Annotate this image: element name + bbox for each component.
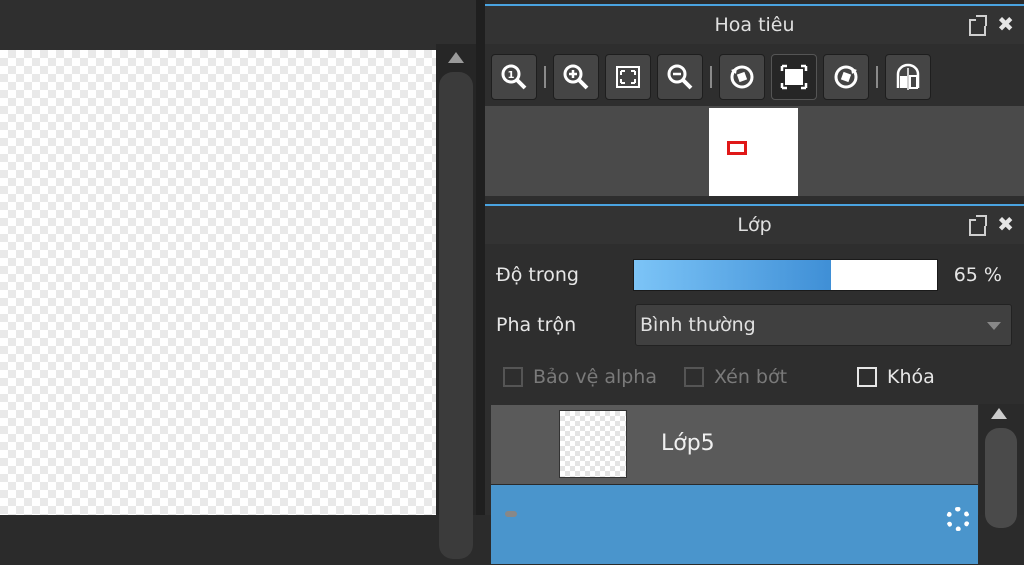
zoom-out-button[interactable] bbox=[657, 54, 703, 100]
canvas-vertical-scrollbar[interactable] bbox=[436, 44, 476, 559]
rotate-left-icon bbox=[730, 65, 754, 89]
flip-horizontal-button[interactable] bbox=[885, 54, 931, 100]
layer-thumbnail bbox=[559, 410, 627, 478]
reset-view-icon bbox=[780, 64, 808, 90]
checkbox-box bbox=[503, 367, 523, 387]
navigator-viewport-marker[interactable] bbox=[727, 141, 747, 155]
rotate-left-button[interactable] bbox=[719, 54, 765, 100]
navigator-preview-area bbox=[485, 106, 1024, 196]
canvas[interactable] bbox=[0, 50, 436, 515]
layer-name: Lớp5 bbox=[661, 431, 715, 456]
checkbox-box bbox=[857, 367, 877, 387]
flip-horizontal-icon bbox=[896, 63, 920, 90]
visibility-icon[interactable] bbox=[505, 511, 517, 517]
blend-mode-label: Pha trộn bbox=[496, 314, 577, 336]
zoom-in-button[interactable] bbox=[553, 54, 599, 100]
close-icon[interactable]: ✖ bbox=[997, 214, 1014, 234]
scroll-up-arrow-icon[interactable] bbox=[448, 52, 464, 63]
float-panel-icon[interactable] bbox=[969, 15, 988, 36]
opacity-value: 65 % bbox=[953, 264, 1002, 286]
toolbar-separator bbox=[876, 66, 878, 88]
svg-text:1: 1 bbox=[508, 70, 515, 81]
scrollbar-thumb[interactable] bbox=[439, 72, 473, 559]
rotate-right-button[interactable] bbox=[823, 54, 869, 100]
protect-alpha-checkbox[interactable]: Bảo vệ alpha bbox=[503, 366, 657, 388]
blend-mode-select[interactable]: Bình thường bbox=[635, 304, 1012, 346]
clipping-checkbox[interactable]: Xén bớt bbox=[684, 366, 787, 388]
reset-view-button[interactable] bbox=[771, 54, 817, 100]
scroll-up-arrow-icon[interactable] bbox=[991, 408, 1007, 419]
navigator-panel: Hoa tiêu ✖ 1 bbox=[485, 4, 1024, 200]
opacity-label: Độ trong bbox=[496, 264, 579, 286]
list-item[interactable]: Lớp5 bbox=[491, 405, 978, 485]
fit-window-button[interactable] bbox=[605, 54, 651, 100]
chevron-down-icon bbox=[987, 322, 1001, 330]
lock-checkbox[interactable]: Khóa bbox=[857, 366, 935, 388]
panel-splitter[interactable] bbox=[476, 0, 485, 515]
close-icon[interactable]: ✖ bbox=[997, 14, 1014, 34]
float-panel-icon[interactable] bbox=[969, 215, 988, 236]
lock-label: Khóa bbox=[887, 366, 935, 388]
zoom-out-icon bbox=[667, 64, 693, 90]
blend-mode-value: Bình thường bbox=[640, 314, 756, 336]
zoom-actual-button[interactable]: 1 bbox=[491, 54, 537, 100]
list-item-selected[interactable] bbox=[491, 485, 978, 565]
toolbar-separator bbox=[710, 66, 712, 88]
navigator-title: Hoa tiêu bbox=[714, 14, 795, 36]
layer-list-scrollbar[interactable] bbox=[979, 404, 1024, 528]
zoom-actual-icon: 1 bbox=[501, 64, 527, 90]
navigator-toolbar: 1 bbox=[491, 54, 931, 100]
protect-alpha-label: Bảo vệ alpha bbox=[533, 366, 657, 388]
navigator-title-bar: Hoa tiêu ✖ bbox=[485, 4, 1024, 44]
clipping-label: Xén bớt bbox=[714, 366, 788, 388]
scrollbar-thumb[interactable] bbox=[985, 428, 1017, 528]
gear-icon[interactable] bbox=[946, 507, 970, 531]
layer-panel: Lớp ✖ Độ trong 65 % Pha trộn Bình thường… bbox=[485, 204, 1024, 565]
navigator-preview[interactable] bbox=[709, 108, 798, 196]
canvas-top-bar bbox=[0, 0, 484, 50]
toolbar-separator bbox=[544, 66, 546, 88]
layer-list: Lớp5 bbox=[491, 405, 978, 565]
layer-panel-title: Lớp bbox=[737, 214, 772, 236]
fit-window-icon bbox=[616, 66, 640, 88]
checkbox-box bbox=[684, 367, 704, 387]
rotate-right-icon bbox=[834, 65, 858, 89]
zoom-in-icon bbox=[563, 64, 589, 90]
opacity-slider[interactable] bbox=[633, 259, 938, 291]
opacity-slider-fill bbox=[634, 260, 831, 290]
layer-title-bar: Lớp ✖ bbox=[485, 204, 1024, 244]
